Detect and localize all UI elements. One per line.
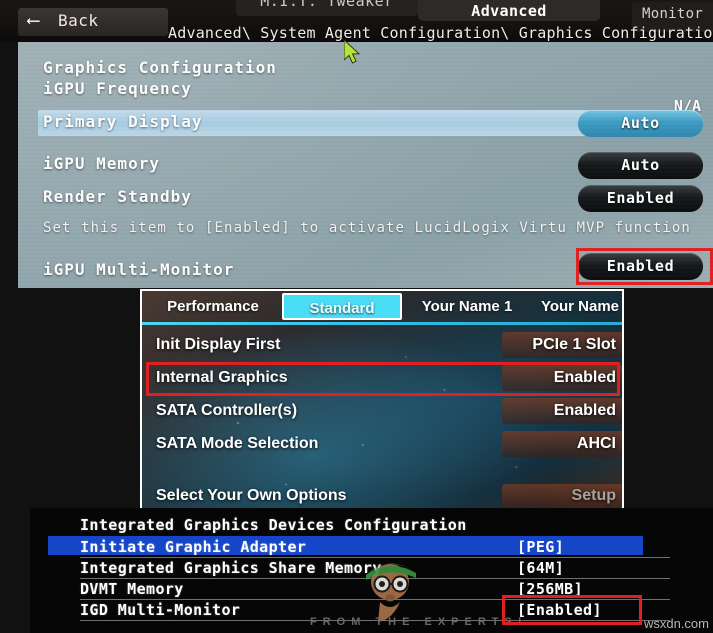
row-label-internal-graphics[interactable]: Internal Graphics (156, 369, 288, 387)
profile-tabs: Performance Standard Your Name 1 Your Na… (142, 291, 622, 325)
igpu-frequency-label: iGPU Frequency (43, 79, 192, 98)
row-value-init-display-first[interactable]: PCIe 1 Slot (532, 336, 616, 354)
row-value-initiate-graphic-adapter[interactable]: [PEG] (517, 538, 564, 556)
tab-mit-tweaker-label: M.I.T. Tweaker (260, 0, 394, 10)
back-button-label: Back (58, 11, 99, 30)
bottom-heading: Integrated Graphics Devices Configuratio… (80, 516, 467, 534)
row-value-select-your-own-options[interactable]: Setup (572, 487, 616, 505)
row-value-sata-mode-selection[interactable]: AHCI (577, 435, 616, 453)
back-arrow-icon: ⟵ (28, 10, 39, 31)
row-label-igd-multi-monitor[interactable]: IGD Multi-Monitor (80, 601, 240, 619)
watermark-tagline: FROM THE EXPERTS! (310, 616, 528, 628)
watermark-site: wsxdn.com (643, 616, 709, 631)
bios-easy-mode-panel: Performance Standard Your Name 1 Your Na… (142, 291, 622, 511)
back-button[interactable]: ⟵ Back (18, 8, 168, 36)
tab-your-name-2[interactable]: Your Name (530, 293, 622, 320)
row-value-igd-multi-monitor[interactable]: [Enabled] (517, 601, 602, 619)
tab-advanced[interactable]: Advanced (418, 0, 600, 21)
row-label-sata-controllers[interactable]: SATA Controller(s) (156, 402, 297, 420)
row-value-sata-controllers[interactable]: Enabled (554, 402, 616, 420)
breadcrumb: Advanced\ System Agent Configuration\ Gr… (168, 24, 713, 42)
row-label-sata-mode-selection[interactable]: SATA Mode Selection (156, 435, 318, 453)
tab-performance[interactable]: Performance (148, 293, 278, 320)
screenshot-root: M.I.T. Tweaker Advanced Monitor ⟵ Back A… (0, 0, 713, 633)
row-label-primary-display[interactable]: Primary Display (43, 112, 203, 131)
value-button-primary-display[interactable]: Auto (578, 110, 703, 137)
row-value-dvmt-memory[interactable]: [256MB] (517, 580, 583, 598)
row-value-internal-graphics[interactable]: Enabled (554, 369, 616, 387)
page-title: Graphics Configuration (43, 58, 277, 77)
tab-your-name-1[interactable]: Your Name 1 (406, 293, 528, 320)
row-label-render-standby[interactable]: Render Standby (43, 187, 192, 206)
row-label-dvmt-memory[interactable]: DVMT Memory (80, 580, 184, 598)
row-label-init-display-first[interactable]: Init Display First (156, 336, 280, 354)
row-value-integrated-graphics-share-memory[interactable]: [64M] (517, 559, 564, 577)
tab-monitor-label: Monitor (642, 6, 704, 22)
graphics-configuration-panel: Graphics Configuration iGPU Frequency N/… (18, 42, 713, 288)
tab-standard[interactable]: Standard (282, 293, 402, 320)
row-label-select-your-own-options[interactable]: Select Your Own Options (156, 487, 347, 505)
row-label-initiate-graphic-adapter[interactable]: Initiate Graphic Adapter (80, 538, 306, 556)
row-label-igpu-memory[interactable]: iGPU Memory (43, 154, 160, 173)
help-hint-text: Set this item to [Enabled] to activate L… (43, 220, 691, 236)
tab-advanced-label: Advanced (471, 2, 547, 20)
row-label-igpu-multi-monitor[interactable]: iGPU Multi-Monitor (43, 260, 234, 279)
tab-mit-tweaker[interactable]: M.I.T. Tweaker (236, 0, 418, 16)
value-button-igpu-multi-monitor[interactable]: Enabled (578, 253, 703, 280)
value-button-render-standby[interactable]: Enabled (578, 185, 703, 212)
value-button-igpu-memory[interactable]: Auto (578, 152, 703, 179)
tabs-underline (142, 322, 622, 325)
